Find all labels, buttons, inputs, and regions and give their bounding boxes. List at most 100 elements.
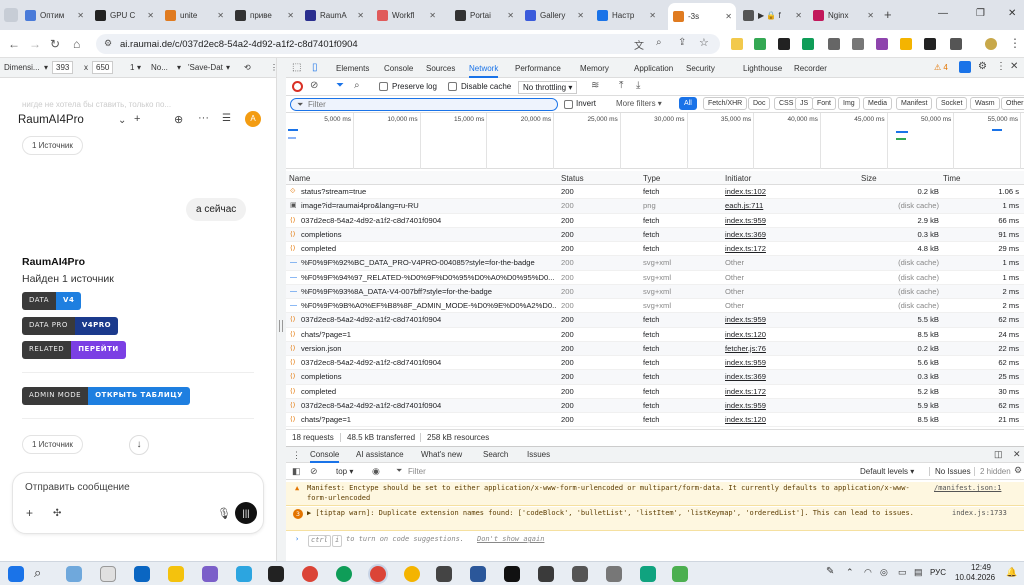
taskbar-app-icon[interactable] <box>672 566 688 582</box>
dock-icon[interactable]: ◫ <box>994 449 1003 460</box>
url-bar[interactable]: ⚙ ai.raumai.de/c/037d2ec8-54a2-4d92-a1f2… <box>96 34 720 54</box>
request-row[interactable]: ⟨⟩ 037d2ec8-54a2-4d92-a1f2-c8d7401f0904 20… <box>286 214 1024 228</box>
type-filter-socket[interactable]: Socket <box>936 97 968 110</box>
task-view-icon[interactable] <box>100 566 116 582</box>
wifi-icon[interactable]: ◠ <box>864 567 872 578</box>
voice-mode-icon[interactable]: ||| <box>235 502 257 524</box>
save-data-select[interactable]: 'Save-Dat <box>188 63 223 72</box>
devtools-tab-lighthouse[interactable]: Lighthouse <box>743 64 782 73</box>
record-icon[interactable] <box>292 81 303 92</box>
timeline-overview[interactable]: 5,000 ms 10,000 ms 15,000 ms 20,000 ms 25,00… <box>286 113 1024 169</box>
request-row[interactable]: ⟨⟩ completions 200 fetch index.ts:369 0.3 kB 9… <box>286 227 1024 242</box>
request-row[interactable]: ⟨⟩ chats/?page=1 200 fetch index.ts:120 8.5 k… <box>286 328 1024 342</box>
type-filter-font[interactable]: Font <box>812 97 837 110</box>
browser-tab[interactable]: Gallery ✕ <box>520 4 588 26</box>
extension-icon[interactable] <box>852 38 864 50</box>
browser-tab[interactable]: -3s ✕ <box>668 3 736 30</box>
console-filter-input[interactable]: ⏷ Filter <box>394 466 834 477</box>
devtools-tab-elements[interactable]: Elements <box>336 64 369 73</box>
search-icon[interactable]: ⌕ <box>34 565 41 581</box>
devtools-tab-application[interactable]: Application <box>634 64 673 73</box>
more-horizontal-icon[interactable]: ··· <box>198 112 209 124</box>
close-tab-icon[interactable]: ✕ <box>287 11 294 20</box>
browser-tab[interactable]: unite ✕ <box>160 4 228 26</box>
request-row[interactable]: ⟨⟩ completions 200 fetch index.ts:369 0.3 kB 2… <box>286 370 1024 385</box>
viber-icon[interactable] <box>202 566 218 582</box>
viewport-resizer[interactable] <box>276 58 286 561</box>
request-row[interactable]: ⟐ status?stream=true 200 fetch index.ts:102 0… <box>286 185 1024 200</box>
chatgpt-icon[interactable] <box>640 566 656 582</box>
type-filter-doc[interactable]: Doc <box>748 97 771 110</box>
throttling-select[interactable]: No throttling ▾ <box>518 81 578 94</box>
column-initiator[interactable]: Initiator <box>725 174 751 183</box>
request-row[interactable]: — %F0%9F%94%97_RELATED-%D0%9F%D0%95%D0%A0… <box>286 271 1024 285</box>
console-message[interactable]: 3 ▶ [tiptap warn]: Duplicate extension n… <box>286 507 1024 531</box>
column-type[interactable]: Type <box>643 174 660 183</box>
minimize-icon[interactable]: — <box>938 8 948 19</box>
type-filter-all[interactable]: All <box>679 97 697 110</box>
export-har-icon[interactable]: ⤓ <box>636 80 640 91</box>
admin-mode-badge[interactable]: ADMIN MODE ОТКРЫТЬ ТАБЛИЦУ <box>22 387 191 405</box>
profile-avatar[interactable] <box>985 38 997 50</box>
back-icon[interactable]: ← <box>8 37 20 51</box>
close-tab-icon[interactable]: ✕ <box>357 11 364 20</box>
request-row[interactable]: ⟨⟩ 037d2ec8-54a2-4d92-a1f2-c8d7401f0904 20… <box>286 313 1024 328</box>
devtools-tab-console[interactable]: Console <box>384 64 413 73</box>
drawer-menu-icon[interactable]: ⋮ <box>292 450 301 461</box>
request-initiator[interactable]: index.ts:120 <box>725 328 855 342</box>
new-chat-plus-icon[interactable]: + <box>134 113 140 125</box>
chrome-icon[interactable] <box>404 566 420 582</box>
ai-icon[interactable] <box>959 61 971 73</box>
issues-counter[interactable]: No Issues <box>929 467 971 476</box>
filter-funnel-icon[interactable]: ⏷ <box>336 80 344 91</box>
devtools-tab-security[interactable]: Security <box>686 64 715 73</box>
disable-cache-checkbox[interactable] <box>448 82 457 91</box>
chevron-down-icon[interactable]: ⌄ <box>118 115 126 126</box>
request-initiator[interactable]: index.ts:102 <box>725 185 855 199</box>
request-row[interactable]: — %F0%9F%93%8A_DATA-V4-007bff?style=for-t… <box>286 284 1024 299</box>
taskbar-app-icon[interactable] <box>268 566 284 582</box>
chrome-icon[interactable] <box>302 566 318 582</box>
app-title[interactable]: RaumAI4Pro <box>18 114 84 126</box>
request-row[interactable]: ⟨⟩ completed 200 fetch index.ts:172 5.2 kB 30 … <box>286 385 1024 399</box>
new-tab-icon[interactable]: + <box>884 7 892 22</box>
forward-icon[interactable]: → <box>29 37 41 51</box>
console-settings-icon[interactable]: ⚙ <box>1014 465 1022 476</box>
input-language[interactable]: РУС <box>930 568 946 577</box>
clear-icon[interactable]: ⊘ <box>310 80 318 91</box>
close-devtools-icon[interactable]: ✕ <box>1010 61 1018 72</box>
device-toggle-icon[interactable]: ▯ <box>312 62 318 73</box>
site-info-icon[interactable]: ⚙ <box>104 38 112 49</box>
request-initiator[interactable]: index.ts:120 <box>725 413 855 427</box>
close-tab-icon[interactable]: ✕ <box>577 11 584 20</box>
close-tab-icon[interactable]: ✕ <box>507 11 514 20</box>
extensions-puzzle-icon[interactable] <box>950 38 962 50</box>
extension-icon[interactable] <box>802 38 814 50</box>
console-message[interactable]: ▲ Manifest: Enctype should be set to eit… <box>286 482 1024 506</box>
request-initiator[interactable]: index.ts:172 <box>725 385 855 399</box>
throttle-select[interactable]: No... <box>151 63 168 72</box>
clear-console-icon[interactable]: ⊘ <box>310 466 318 477</box>
message-input[interactable]: Отправить сообщение <box>25 482 130 493</box>
drawer-tab-console[interactable]: Console <box>310 450 340 463</box>
request-row[interactable]: — %F0%9F%92%BC_DATA_PRO-V4PRO-004085?styl… <box>286 256 1024 271</box>
taskbar-app-icon[interactable] <box>538 566 554 582</box>
type-filter-fetchxhr[interactable]: Fetch/XHR <box>703 97 748 110</box>
telegram-icon[interactable] <box>236 566 252 582</box>
sidebar-toggle-icon[interactable]: ◧ <box>292 466 301 477</box>
chrome-icon[interactable] <box>336 566 352 582</box>
column-size[interactable]: Size <box>861 174 877 183</box>
share-icon[interactable]: ⇪ <box>678 37 686 48</box>
chrome-icon[interactable] <box>370 566 386 582</box>
browser-tab[interactable]: Nginx ✕ <box>808 4 878 26</box>
type-filter-other[interactable]: Other <box>1001 97 1024 110</box>
avatar[interactable]: A <box>245 111 261 127</box>
type-filter-media[interactable]: Media <box>863 97 893 110</box>
close-window-icon[interactable]: ✕ <box>1008 8 1016 19</box>
data-v4-badge[interactable]: DATA V4 <box>22 292 82 310</box>
scroll-down-icon[interactable]: ↓ <box>129 435 149 455</box>
extension-icon[interactable] <box>731 38 743 50</box>
request-initiator[interactable]: index.ts:959 <box>725 214 855 228</box>
notifications-icon[interactable]: 🔔 <box>1006 567 1017 578</box>
browser-tab[interactable]: RaumA ✕ <box>300 4 368 26</box>
